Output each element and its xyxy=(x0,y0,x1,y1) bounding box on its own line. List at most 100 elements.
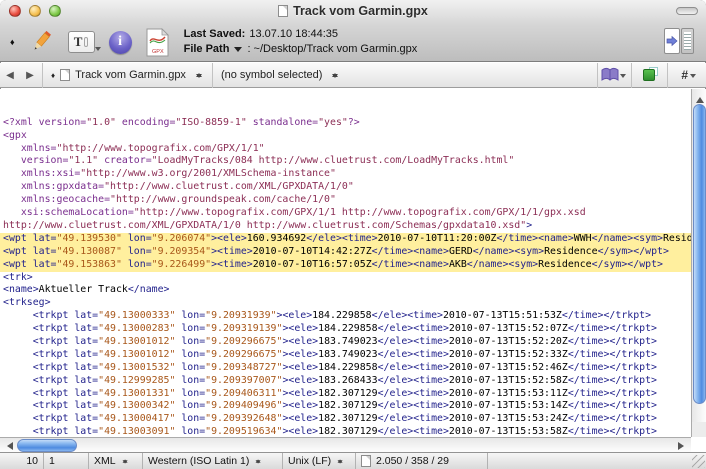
document-icon xyxy=(361,455,371,467)
code-line: xmlns:xsi="http://www.w3.org/2001/XMLSch… xyxy=(3,168,691,181)
code-line: <trkpt lat="49.13001532" lon="9.20934872… xyxy=(3,362,691,375)
minimize-button[interactable] xyxy=(29,5,41,17)
chevron-down-icon xyxy=(95,47,101,54)
code-line: <?xml version="1.0" encoding="ISO-8859-1… xyxy=(3,117,691,130)
code-line: <trkpt lat="49.13001331" lon="9.20940631… xyxy=(3,388,691,401)
navigation-bar: ◀ ▶ ♦ Track vom Garmin.gpx (no symbol se… xyxy=(0,63,706,88)
zoom-button[interactable] xyxy=(49,5,61,17)
cursor-line-indicator: 10 xyxy=(0,453,44,469)
file-path-label[interactable]: File Path xyxy=(184,42,230,57)
scroll-left-arrow-icon[interactable] xyxy=(3,442,13,450)
cursor-column-indicator: 1 xyxy=(44,453,89,469)
cursor-bar-glyph xyxy=(84,37,88,47)
code-line: xsi:schemaLocation="http://www.topografi… xyxy=(3,207,691,220)
drawer-list-icon xyxy=(681,28,694,54)
code-line: <wpt lat="49.153863" lon="9.226499"><tim… xyxy=(0,259,691,272)
info-icon: i xyxy=(109,31,132,54)
editor-main: <?xml version="1.0" encoding="ISO-8859-1… xyxy=(0,89,706,452)
divider xyxy=(597,63,598,88)
code-line: <wpt lat="49.130087" lon="9.209354"><tim… xyxy=(0,246,691,259)
line-ending-popup[interactable]: Unix (LF) xyxy=(283,453,356,469)
document-popup-label: Track vom Garmin.gpx xyxy=(75,69,186,81)
popup-stepper-icon xyxy=(195,70,204,81)
gpx-file-icon[interactable]: GPX xyxy=(146,28,169,57)
gpx-doc-label: GPX xyxy=(152,49,164,55)
line-ending-popup-label: Unix (LF) xyxy=(288,455,331,467)
document-statistics: 2.050 / 358 / 29 xyxy=(356,453,488,469)
text-editor-window: Track vom Garmin.gpx ♦ T xyxy=(0,0,706,469)
split-diamond-icon[interactable]: ♦ xyxy=(10,37,15,47)
edit-marker-button[interactable] xyxy=(643,69,656,82)
popup-stepper-icon xyxy=(121,456,129,465)
scrollbar-corner xyxy=(691,422,706,437)
pencil-icon[interactable] xyxy=(28,29,54,56)
divider xyxy=(631,63,632,88)
code-line: <trkpt lat="49.12999285" lon="9.20939700… xyxy=(3,375,691,388)
vertical-scrollbar[interactable] xyxy=(691,89,706,437)
line-number-menu-button[interactable]: # xyxy=(673,68,696,82)
back-button[interactable]: ◀ xyxy=(0,66,20,84)
editor-lines: <?xml version="1.0" encoding="ISO-8859-1… xyxy=(3,117,691,437)
horizontal-scrollbar[interactable] xyxy=(0,437,691,452)
toolbar-toggle-capsule[interactable] xyxy=(676,7,698,15)
window-chrome: Track vom Garmin.gpx ♦ T xyxy=(0,0,706,62)
hash-icon: # xyxy=(681,68,688,82)
file-path-value: : ~/Desktop/Track vom Garmin.gpx xyxy=(247,42,417,57)
last-saved-value: 13.07.10 18:44:35 xyxy=(249,27,338,42)
close-button[interactable] xyxy=(9,5,21,17)
chevron-down-icon xyxy=(620,74,626,81)
window-title: Track vom Garmin.gpx xyxy=(293,4,428,18)
horizontal-scroll-thumb[interactable] xyxy=(17,439,77,452)
code-line: <name>Aktueller Track</name> xyxy=(3,284,691,297)
code-line: <gpx xyxy=(3,130,691,143)
get-info-button[interactable]: i xyxy=(109,31,132,54)
language-popup[interactable]: XML xyxy=(89,453,143,469)
code-line: <wpt lat="49.139530" lon="9.206074"><ele… xyxy=(0,233,691,246)
window-title-group: Track vom Garmin.gpx xyxy=(278,4,428,18)
divider xyxy=(212,63,213,88)
code-line: <trkpt lat="49.13001012" lon="9.20929667… xyxy=(3,336,691,349)
chevron-down-icon xyxy=(690,74,696,81)
document-icon[interactable] xyxy=(278,5,288,17)
editor-content[interactable]: <?xml version="1.0" encoding="ISO-8859-1… xyxy=(0,89,691,437)
code-line: <trkpt lat="49.13001012" lon="9.20929667… xyxy=(3,349,691,362)
encoding-popup[interactable]: Western (ISO Latin 1) xyxy=(143,453,283,469)
counts-value: 2.050 / 358 / 29 xyxy=(376,455,449,467)
scroll-up-arrow-icon[interactable] xyxy=(696,93,704,103)
popup-stepper-icon xyxy=(255,456,263,465)
traffic-lights xyxy=(9,5,61,17)
modified-diamond-icon: ♦ xyxy=(51,71,55,80)
function-popup-label: (no symbol selected) xyxy=(221,69,323,81)
code-line: xmlns:geocache="http://www.groundspeak.c… xyxy=(3,194,691,207)
scroll-right-arrow-icon[interactable] xyxy=(678,442,688,450)
drawer-arrow-icon xyxy=(664,28,680,54)
title-bar[interactable]: Track vom Garmin.gpx xyxy=(0,0,706,22)
forward-button[interactable]: ▶ xyxy=(20,66,40,84)
document-icon xyxy=(60,69,70,81)
text-options-button[interactable]: T xyxy=(68,31,95,53)
file-path-dropdown-icon[interactable] xyxy=(234,47,242,56)
code-line: http://www.cluetrust.com/XML/GPXDATA/1/0… xyxy=(3,220,691,233)
book-icon xyxy=(600,67,620,83)
code-line: <trk> xyxy=(3,272,691,285)
function-popup[interactable]: (no symbol selected) xyxy=(215,63,347,88)
language-popup-label: XML xyxy=(94,455,116,467)
code-line: <trkpt lat="49.13003091" lon="9.20951963… xyxy=(3,426,691,437)
status-bar: 10 1 XML Western (ISO Latin 1) Unix (LF)… xyxy=(0,452,706,469)
documents-drawer-button[interactable] xyxy=(664,28,694,54)
last-saved-label: Last Saved: xyxy=(184,27,246,42)
code-line: version="1.1" creator="LoadMyTracks/084 … xyxy=(3,155,691,168)
popup-stepper-icon xyxy=(331,70,340,81)
code-line: <trkpt lat="49.13000333" lon="9.20931939… xyxy=(3,310,691,323)
encoding-popup-label: Western (ISO Latin 1) xyxy=(148,455,249,467)
code-line: <trkseg> xyxy=(3,297,691,310)
toolbar: ♦ T i xyxy=(0,22,706,62)
vertical-scroll-thumb[interactable] xyxy=(693,104,706,404)
markers-button[interactable] xyxy=(600,67,626,83)
resize-grip[interactable] xyxy=(692,455,705,468)
navbar-right-tools: # xyxy=(600,63,706,88)
document-popup[interactable]: ♦ Track vom Garmin.gpx xyxy=(45,63,210,88)
divider xyxy=(42,63,43,88)
green-square-icon xyxy=(643,69,655,81)
code-line: <trkpt lat="49.13000283" lon="9.20931913… xyxy=(3,323,691,336)
